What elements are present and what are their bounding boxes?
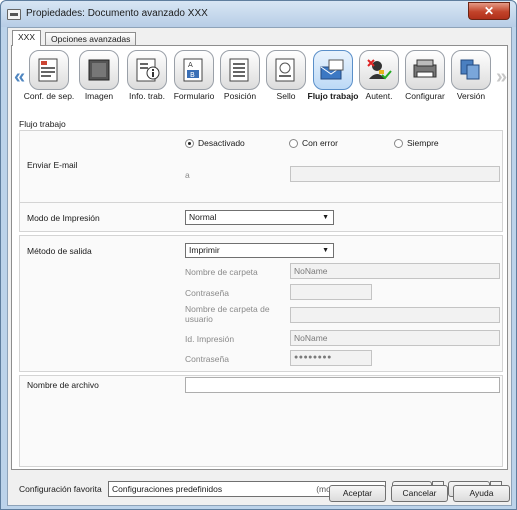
folder-name-field[interactable]: NoName: [290, 263, 500, 279]
title-bar[interactable]: Propiedades: Documento avanzado XXX ✕: [1, 1, 516, 27]
radio-label: Con error: [302, 138, 338, 148]
configure-icon: [405, 50, 445, 90]
job-info-icon: [127, 50, 167, 90]
output-method-value: Imprimir: [189, 245, 220, 255]
filename-group: Nombre de archivo: [19, 375, 503, 467]
print-id-field[interactable]: NoName: [290, 330, 500, 346]
tab-xxx[interactable]: XXX: [12, 30, 42, 46]
radio-button[interactable]: [289, 138, 298, 148]
authentication-icon: [359, 50, 399, 90]
folder-name-label: Nombre de carpeta: [185, 267, 258, 277]
print-id-label: Id. Impresión: [185, 334, 235, 344]
email-to-field[interactable]: [290, 166, 500, 182]
position-icon: [220, 50, 260, 90]
help-button[interactable]: Ayuda: [453, 485, 510, 502]
section-title: Flujo trabajo: [19, 119, 66, 129]
svg-text:A: A: [188, 61, 193, 69]
radio-disabled[interactable]: Desactivado: [185, 138, 245, 148]
print-mode-group: Modo de Impresión Normal ▼: [19, 202, 503, 232]
ok-button[interactable]: Aceptar: [329, 485, 386, 502]
cancel-button[interactable]: Cancelar: [391, 485, 448, 502]
svg-text:B: B: [190, 71, 195, 79]
image-icon: [79, 50, 119, 90]
stamp-icon: [266, 50, 306, 90]
radio-on-error[interactable]: Con error: [289, 138, 338, 148]
password-field[interactable]: [290, 284, 372, 300]
properties-window: Propiedades: Documento avanzado XXX ✕ XX…: [0, 0, 517, 510]
favorites-label: Configuración favorita: [19, 484, 102, 494]
workflow-icon: [313, 50, 353, 90]
icon-label: Versión: [456, 91, 486, 101]
print-password-label: Contraseña: [185, 354, 229, 364]
scroll-left-arrow[interactable]: «: [14, 66, 25, 89]
output-method-label: Método de salida: [27, 246, 92, 256]
tab-panel: « » Conf. de sep. Imagen Info. trab. A B…: [11, 45, 508, 470]
layout-icon: [29, 50, 69, 90]
chevron-down-icon: ▼: [322, 247, 329, 254]
radio-always[interactable]: Siempre: [394, 138, 439, 148]
window-title: Propiedades: Documento avanzado XXX: [26, 8, 208, 19]
chevron-down-icon: ▼: [322, 214, 329, 221]
filename-field[interactable]: [185, 377, 500, 393]
email-label: Enviar E-mail: [27, 160, 78, 170]
output-method-select[interactable]: Imprimir ▼: [185, 243, 334, 258]
icon-layout[interactable]: Conf. de sep.: [24, 50, 74, 101]
close-button[interactable]: ✕: [468, 2, 510, 20]
filename-label: Nombre de archivo: [27, 380, 99, 390]
radio-label: Desactivado: [198, 138, 245, 148]
print-mode-select[interactable]: Normal ▼: [185, 210, 334, 225]
user-folder-field[interactable]: [290, 307, 500, 323]
print-password-field[interactable]: ●●●●●●●●: [290, 350, 372, 366]
email-to-label: a: [185, 170, 190, 180]
output-method-group: Método de salida Imprimir ▼ Nombre de ca…: [19, 235, 503, 372]
print-mode-value: Normal: [189, 212, 217, 222]
scroll-right-arrow[interactable]: »: [496, 66, 507, 89]
user-folder-label: Nombre de carpeta de usuario: [185, 304, 270, 324]
tab-advanced-options[interactable]: Opciones avanzadas: [45, 32, 137, 46]
radio-button[interactable]: [185, 138, 194, 148]
favorites-value: Configuraciones predefinidos: [112, 484, 223, 494]
password-label: Contraseña: [185, 288, 229, 298]
dialog-body: XXX Opciones avanzadas « » Conf. de sep.…: [7, 27, 512, 506]
print-mode-label: Modo de Impresión: [27, 213, 100, 223]
version-icon: [451, 50, 491, 90]
icon-version[interactable]: Versión: [449, 50, 493, 101]
radio-button[interactable]: [394, 138, 403, 148]
form-icon: AB: [174, 50, 214, 90]
radio-label: Siempre: [407, 138, 439, 148]
printer-icon: [7, 9, 21, 20]
